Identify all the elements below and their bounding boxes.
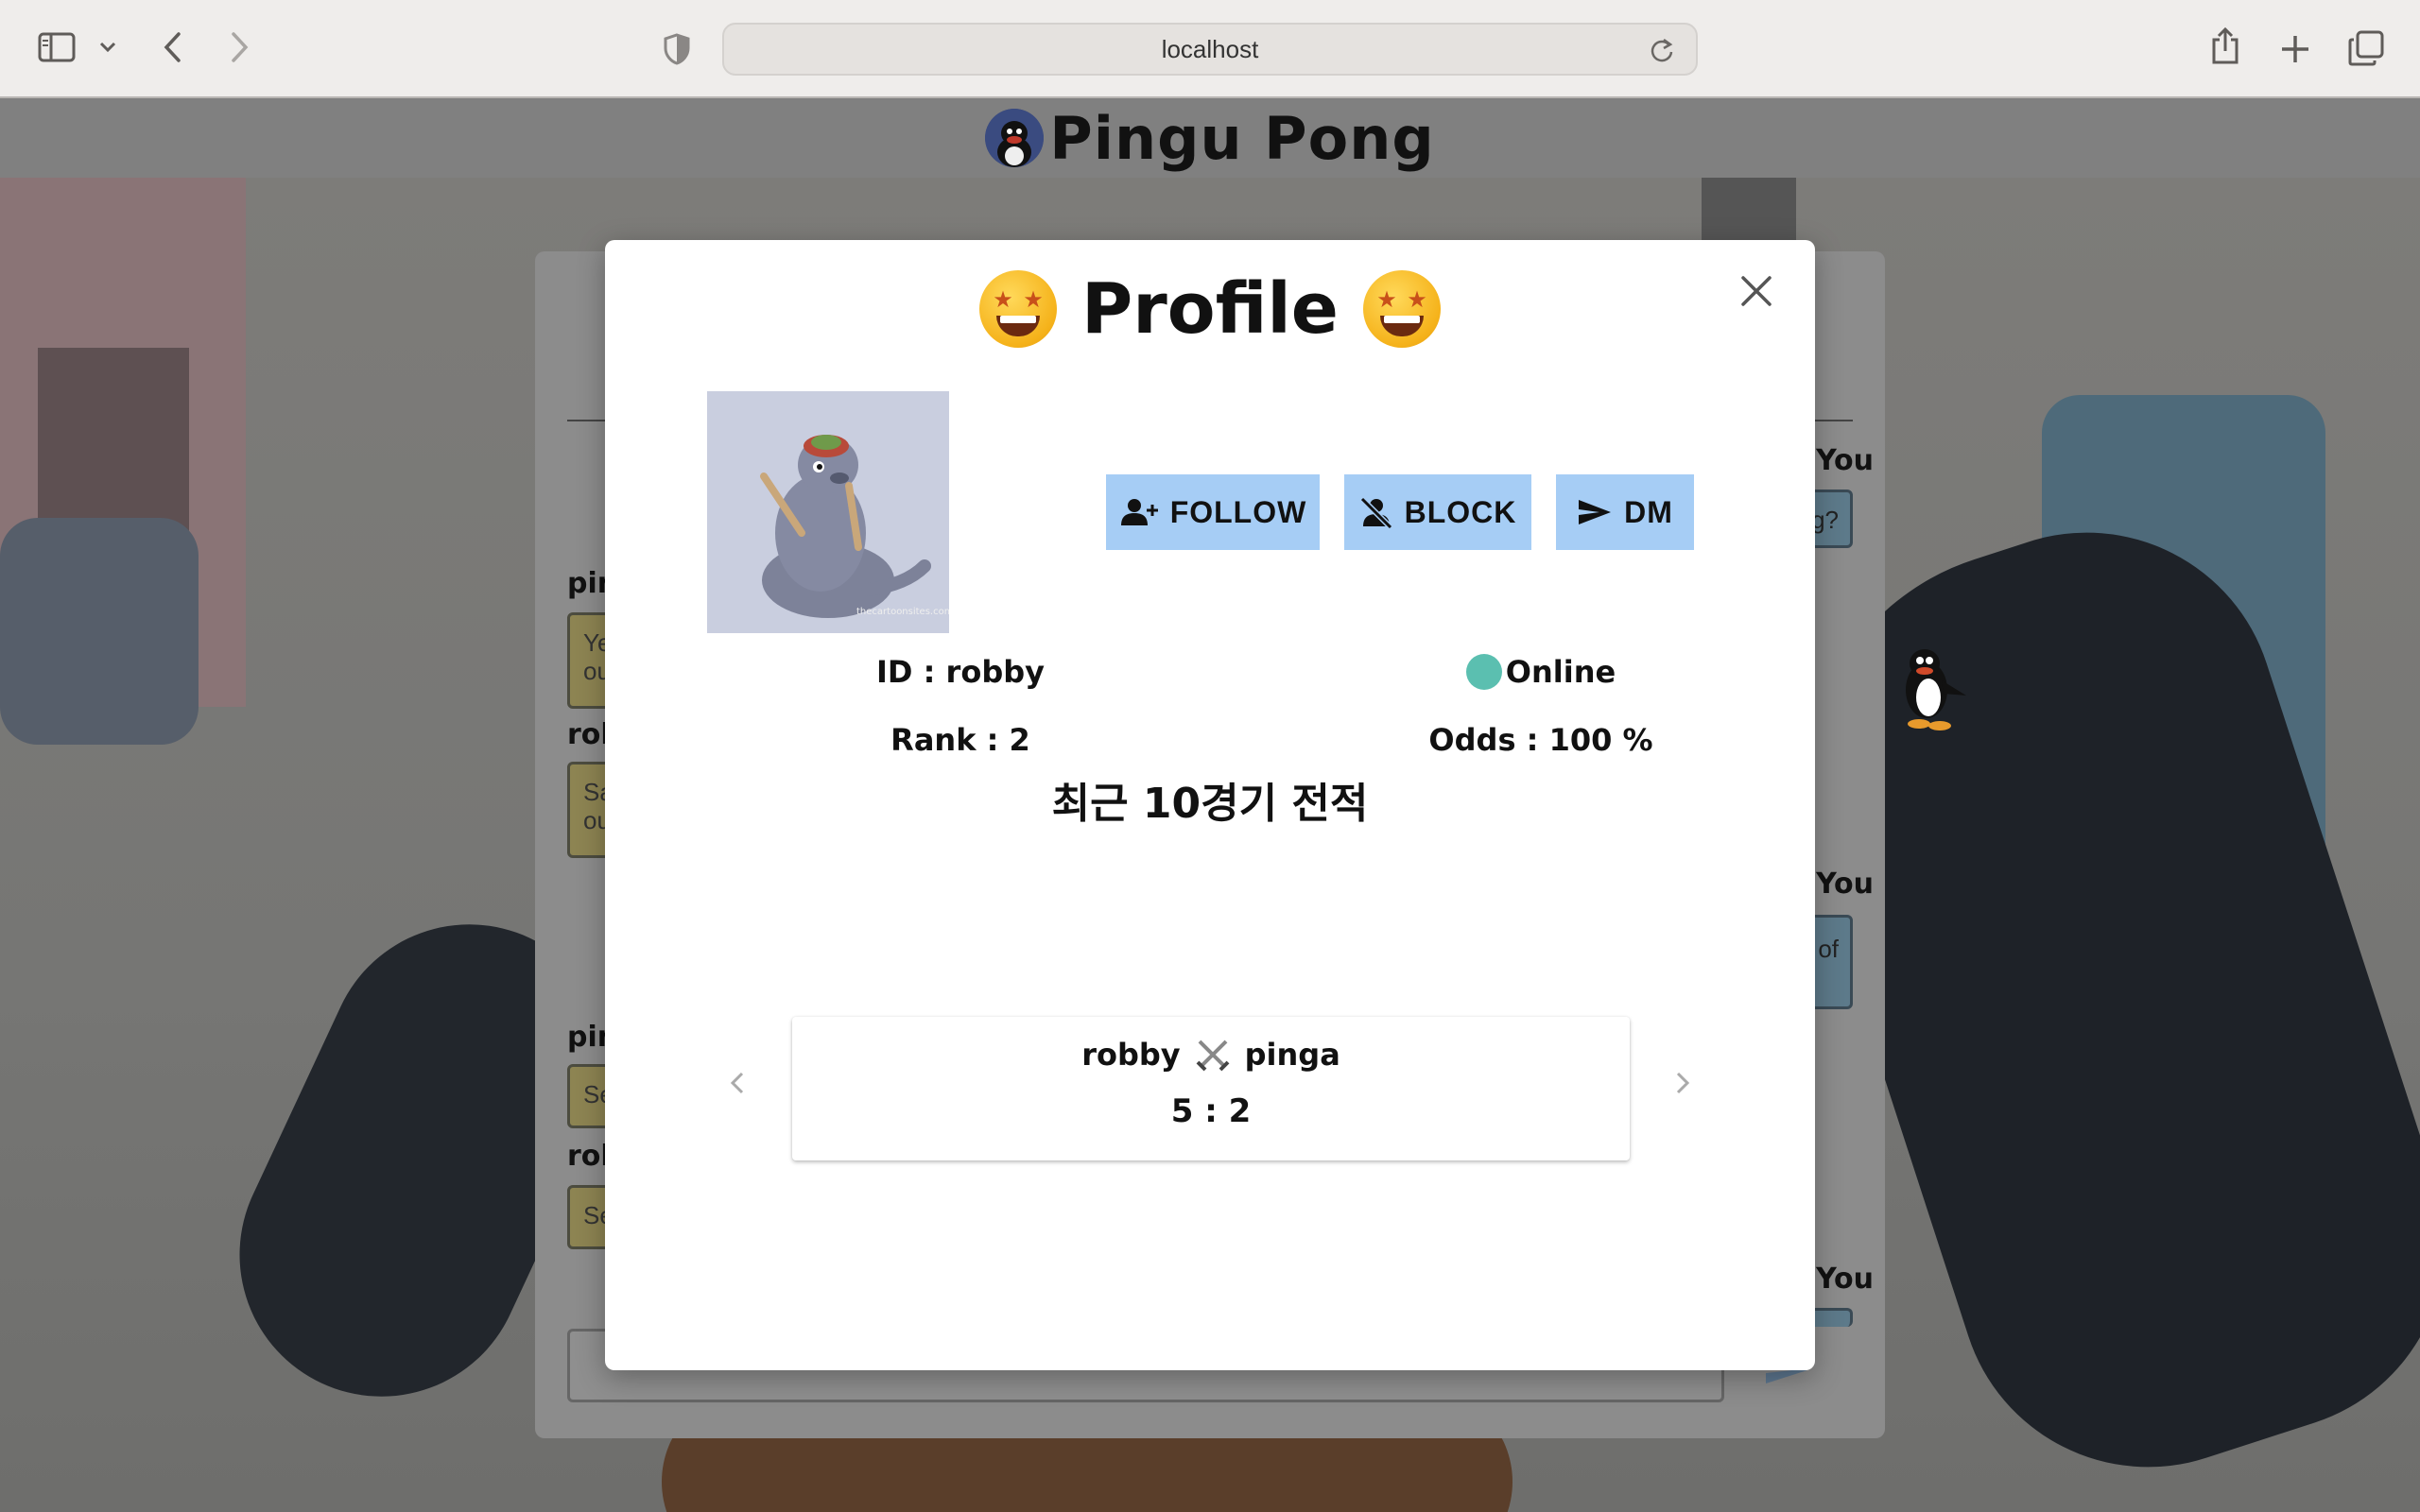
profile-avatar: thecartoonsites.com xyxy=(707,391,949,633)
modal-title-text: Profile xyxy=(1081,268,1339,350)
match-history-title: 최근 10경기 전적 xyxy=(1051,780,1369,828)
dm-button-label: DM xyxy=(1624,494,1673,529)
share-icon[interactable] xyxy=(2206,25,2244,68)
next-match-chevron-right-icon[interactable] xyxy=(1664,1064,1702,1102)
star-struck-emoji-icon: ★ ★ xyxy=(979,270,1057,348)
forward-icon[interactable] xyxy=(223,28,257,66)
match-player-2: pinga xyxy=(1244,1037,1340,1073)
dm-button[interactable]: DM xyxy=(1556,474,1694,550)
reload-icon[interactable] xyxy=(1649,36,1675,68)
address-bar[interactable]: localhost xyxy=(722,23,1698,76)
modal-title: ★ ★ Profile ★ ★ xyxy=(605,268,1815,350)
previous-match-chevron-left-icon[interactable] xyxy=(718,1064,756,1102)
chevron-down-icon[interactable] xyxy=(95,36,121,59)
star-struck-emoji-icon: ★ ★ xyxy=(1362,270,1441,348)
browser-toolbar: localhost xyxy=(0,0,2420,98)
svg-text:thecartoonsites.com: thecartoonsites.com xyxy=(856,607,949,617)
sidebar-icon[interactable] xyxy=(36,30,78,64)
tabs-overview-icon[interactable] xyxy=(2346,28,2386,68)
url-text: localhost xyxy=(1161,34,1259,63)
send-icon xyxy=(1579,500,1612,524)
follow-button[interactable]: FOLLOW xyxy=(1106,474,1320,550)
profile-status: Online xyxy=(1399,652,1683,690)
shield-icon[interactable] xyxy=(660,30,694,68)
follow-button-label: FOLLOW xyxy=(1169,494,1307,529)
match-players: robby pinga xyxy=(792,1036,1630,1074)
online-status-dot xyxy=(1465,654,1502,690)
back-icon[interactable] xyxy=(155,28,189,66)
new-tab-icon[interactable] xyxy=(2276,30,2314,68)
match-player-1: robby xyxy=(1081,1037,1181,1073)
match-card: robby pinga 5 : 2 xyxy=(792,1017,1630,1160)
block-button-label: BLOCK xyxy=(1404,494,1517,529)
crossed-swords-icon xyxy=(1196,1040,1230,1072)
match-score: 5 : 2 xyxy=(1170,1092,1252,1130)
close-icon[interactable] xyxy=(1737,272,1775,310)
profile-rank: Rank : 2 xyxy=(890,722,1030,758)
add-user-icon xyxy=(1120,499,1158,525)
status-text: Online xyxy=(1505,654,1616,690)
profile-modal: ★ ★ Profile ★ ★ thecartoonsites.com FOLL… xyxy=(605,240,1815,1370)
block-button[interactable]: BLOCK xyxy=(1344,474,1531,550)
profile-odds: Odds : 100 % xyxy=(1428,722,1653,758)
profile-id: ID : robby xyxy=(876,654,1045,690)
block-user-icon xyxy=(1359,496,1392,528)
